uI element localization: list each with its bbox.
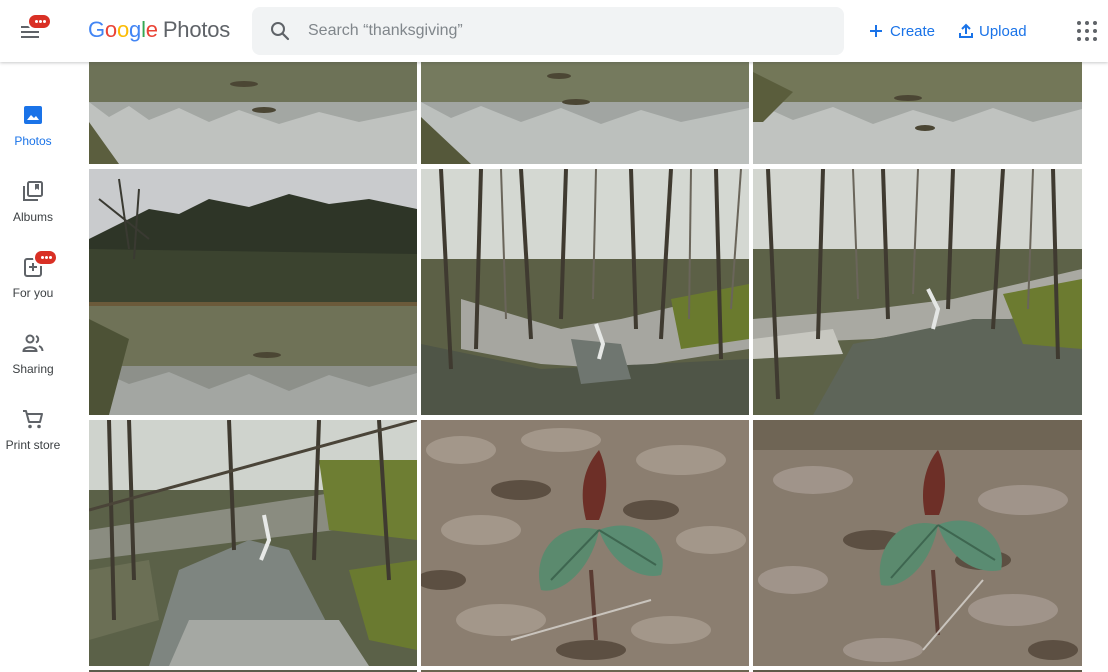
google-apps-button[interactable] [1076, 20, 1098, 42]
sidebar-item-photos[interactable]: Photos [0, 104, 66, 168]
create-button[interactable]: Create [868, 18, 935, 44]
upload-button[interactable]: Upload [959, 18, 1027, 44]
sidebar-item-print-store[interactable]: Print store [0, 408, 66, 472]
sidebar-item-label: For you [12, 286, 54, 300]
photo-thumbnail[interactable] [421, 420, 749, 666]
sidebar-item-label: Print store [5, 438, 61, 452]
sidebar-item-albums[interactable]: Albums [0, 180, 66, 244]
search-icon[interactable] [268, 19, 292, 43]
photo-thumbnail[interactable] [421, 169, 749, 415]
sidebar-item-for-you[interactable]: For you [0, 249, 66, 320]
photo-thumbnail[interactable] [89, 420, 417, 666]
search-bar[interactable] [252, 7, 844, 55]
notification-badge [33, 249, 58, 266]
sidebar-item-label: Sharing [12, 362, 54, 376]
sidebar-item-label: Photos [14, 134, 52, 148]
people-icon [22, 334, 44, 352]
sidebar-item-label: Albums [12, 210, 53, 224]
photo-thumbnail[interactable] [421, 62, 749, 164]
photo-thumbnail[interactable] [89, 169, 417, 415]
upload-label: Upload [979, 22, 1027, 40]
plus-icon [870, 25, 882, 37]
top-app-bar: GooglePhotos Create Upload [0, 0, 1108, 62]
photo-thumbnail[interactable] [753, 169, 1082, 415]
google-photos-logo[interactable]: Google Photos [88, 17, 230, 43]
photo-thumbnail[interactable] [753, 62, 1082, 164]
albums-icon [23, 181, 43, 201]
photo-grid [89, 62, 1082, 672]
notification-badge [27, 13, 52, 30]
search-input[interactable] [308, 7, 828, 55]
sidebar-item-sharing[interactable]: Sharing [0, 332, 66, 396]
photo-thumbnail[interactable] [753, 420, 1082, 666]
photo-icon [24, 106, 42, 124]
cart-icon [23, 410, 43, 429]
create-label: Create [890, 22, 936, 40]
photo-thumbnail[interactable] [89, 62, 417, 164]
product-name: Photos [162, 17, 231, 42]
upload-icon [959, 23, 973, 38]
navigation-sidebar: Photos Albums For you Sharing Print stor… [0, 62, 68, 672]
